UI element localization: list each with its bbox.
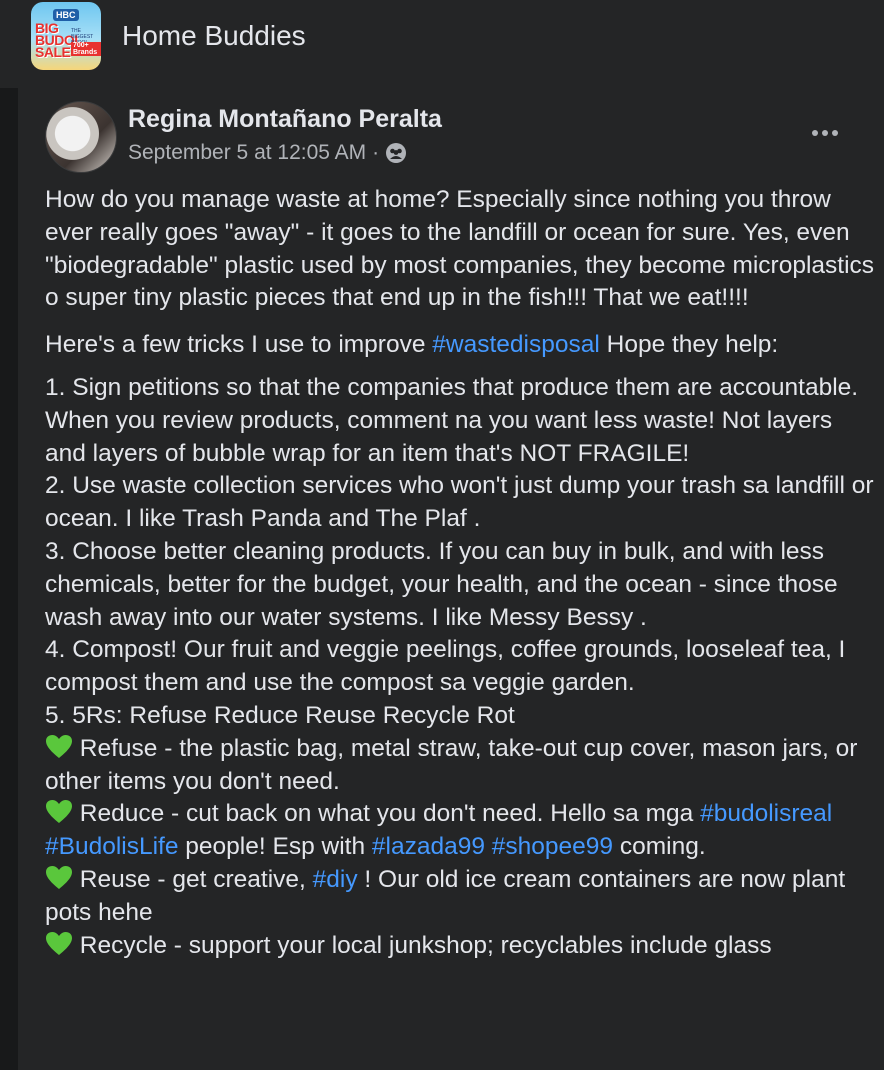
list-item-2: 2. Use waste collection services who won… (45, 472, 874, 533)
group-audience-icon (386, 143, 407, 163)
meta-separator: · (372, 141, 380, 164)
list-item-4: 4. Compost! Our fruit and veggie peeling… (45, 636, 846, 697)
hashtag-budolisreal[interactable]: #budolisreal (700, 800, 832, 827)
feed: Regina Montañano Peralta September 5 at … (0, 88, 884, 1070)
post-intro: How do you manage waste at home? Especia… (45, 186, 875, 312)
hashtag-shopee99[interactable]: #shopee99 (492, 833, 613, 860)
green-heart-icon (46, 734, 72, 758)
reuse-line: Reuse - get creative, #diy ! Our old ice… (45, 865, 846, 926)
group-thumbnail[interactable]: HBC BIG BUDOL SALE THE BIGGEST BUDOL SAL… (31, 2, 101, 70)
group-name[interactable]: Home Buddies (122, 20, 306, 52)
green-heart-icon (46, 865, 72, 889)
author-avatar[interactable] (45, 101, 117, 173)
post-card: Regina Montañano Peralta September 5 at … (18, 88, 884, 1070)
hashtag-lazada99[interactable]: #lazada99 (372, 833, 485, 860)
hashtag-diy[interactable]: #diy (313, 866, 358, 893)
post-timestamp[interactable]: September 5 at 12:05 AM (128, 141, 366, 165)
list-item-3: 3. Choose better cleaning products. If y… (45, 537, 838, 631)
green-heart-icon (46, 800, 72, 824)
group-header: HBC BIG BUDOL SALE THE BIGGEST BUDOL SAL… (0, 0, 884, 88)
post-meta: September 5 at 12:05 AM · (128, 141, 407, 165)
thumbnail-brands: 700+ Brands (71, 42, 101, 56)
reduce-line: Reduce - cut back on what you don't need… (45, 800, 833, 861)
post-body: How do you manage waste at home? Especia… (45, 184, 875, 962)
list-item-5: 5. 5Rs: Refuse Reduce Reuse Recycle Rot (45, 701, 515, 729)
hashtag-budolislife[interactable]: #BudolisLife (45, 833, 178, 860)
recycle-line: Recycle - support your local junkshop; r… (45, 930, 875, 963)
list-item-1: 1. Sign petitions so that the companies … (45, 373, 859, 467)
more-options-icon (812, 130, 818, 136)
author-name[interactable]: Regina Montañano Peralta (128, 105, 442, 134)
green-heart-icon (46, 931, 72, 955)
refuse-line: Refuse - the plastic bag, metal straw, t… (45, 734, 858, 795)
hashtag-wastedisposal[interactable]: #wastedisposal (432, 331, 600, 358)
post-tricks-line: Here's a few tricks I use to improve #wa… (45, 331, 779, 359)
more-options-button[interactable] (808, 118, 842, 148)
